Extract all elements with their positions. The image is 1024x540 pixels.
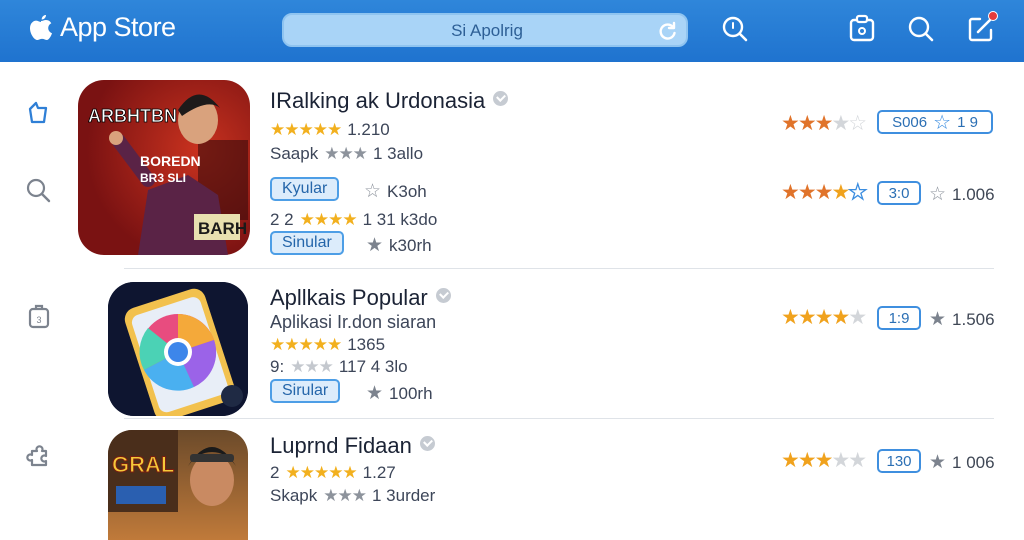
info-prefix: Saapk (270, 144, 319, 163)
art-text-top: ARBHTBN (88, 106, 177, 126)
info-value: 1 3urder (371, 486, 436, 505)
rating-line: 2 2 ★★★★ 1 31 k3do (270, 210, 437, 230)
info-prefix: 9: (270, 357, 285, 376)
rating-count-value: 1.006 (952, 184, 995, 204)
search-input-text: Si Apolrig (451, 21, 523, 40)
star-rating-icon: ★★★ (324, 144, 368, 163)
divider (124, 418, 994, 419)
app-title[interactable]: IRalking ak Urdonasia (270, 88, 509, 114)
star-outline-icon: ☆ (929, 184, 947, 205)
star-outline-icon: ☆ (933, 111, 952, 134)
tag-meta: ☆ K3oh (364, 180, 427, 203)
tag-meta-value: K3oh (387, 181, 427, 201)
rating-value: 1.210 (347, 120, 390, 139)
search-icon[interactable] (24, 176, 54, 206)
rating-value: 1365 (347, 335, 386, 354)
rating-value: 1 31 k3do (362, 210, 438, 229)
apple-logo-icon (30, 14, 52, 40)
art-text: GRAL (112, 452, 174, 477)
star-outline-icon: ☆ (364, 181, 382, 202)
tag-pill[interactable]: Kyular (270, 177, 340, 201)
game-artwork: ARBHTBN BOREDN BR3 SLI BARH (88, 94, 248, 255)
star-rating-icon: ★★★★★ (285, 463, 357, 482)
divider (124, 268, 994, 269)
rating-button[interactable]: 3:0 (877, 181, 921, 205)
star-rating-icon: ★★★★★ (781, 449, 867, 472)
rating-count-value: 1.506 (952, 309, 995, 329)
rating-prefix: 2 2 (270, 210, 294, 229)
star-rating-icon: ★★★★★ (781, 180, 868, 204)
app-store-brand[interactable]: App Store (28, 12, 176, 43)
star-icon: ★ (366, 235, 384, 256)
info-prefix: Skapk (270, 486, 318, 505)
star-icon: ★ (929, 452, 947, 473)
rating-count: ★ 1.506 (929, 308, 995, 331)
rating-button[interactable]: 130 (877, 449, 921, 473)
clipboard-icon[interactable] (847, 14, 877, 44)
star-rating-icon: ★★★ (290, 357, 334, 376)
info-value: 117 4 3lo (338, 357, 408, 376)
search-input[interactable]: Si Apolrig (282, 13, 688, 47)
rating-count: ★ 1 006 (929, 451, 995, 474)
tag-pill[interactable]: Sinular (270, 231, 344, 255)
rating-line: ★★★★★ 1.210 (270, 120, 390, 140)
verified-icon (435, 288, 451, 303)
puzzle-icon[interactable] (24, 442, 54, 472)
star-rating-icon: ★★★ (323, 486, 367, 505)
search-icon[interactable] (906, 14, 936, 44)
verified-icon (493, 91, 509, 106)
info-line: Skapk ★★★ 1 3urder (270, 486, 435, 506)
tag-meta: ★ 100rh (366, 382, 433, 405)
art-text-bottom: BARH (198, 219, 247, 238)
info-value: 1 3allo (372, 144, 424, 163)
art-text-mid: BOREDN (140, 153, 201, 169)
rating-button-text: S006 (892, 113, 928, 131)
rating-button[interactable]: 1:9 (877, 306, 921, 330)
verified-icon (419, 436, 435, 451)
tag-pill[interactable]: Sirular (270, 379, 341, 403)
browser-artwork (108, 282, 248, 416)
rating-count: ☆ 1.006 (929, 183, 995, 206)
app-title-text: Luprnd Fidaan (270, 433, 412, 458)
rating-line: 2 ★★★★★ 1.27 (270, 463, 396, 483)
rating-prefix: 2 (270, 463, 280, 482)
top-bar: App Store Si Apolrig (0, 0, 1024, 62)
tag-meta: ★ k30rh (366, 234, 432, 257)
rating-button[interactable]: S006 ☆ 1 9 (877, 110, 993, 134)
rating-line: ★★★★★ 1365 (270, 335, 385, 355)
info-line: Saapk ★★★ 1 3allo (270, 144, 423, 164)
star-outline-icon[interactable] (24, 99, 54, 129)
rating-value: 1.27 (362, 463, 396, 482)
app-thumbnail[interactable]: GRAL (108, 430, 248, 540)
notification-badge (988, 11, 998, 21)
tag-meta-value: k30rh (389, 235, 432, 255)
app-title-text: Apllkais Popular (270, 285, 428, 310)
star-icon: ★ (366, 383, 384, 404)
app-title-text: IRalking ak Urdonasia (270, 88, 486, 113)
app-thumbnail[interactable]: ARBHTBN BOREDN BR3 SLI BARH (78, 80, 250, 255)
star-rating-icon: ★★★★★ (781, 306, 867, 329)
app-title[interactable]: Apllkais Popular (270, 285, 451, 311)
refresh-icon[interactable] (656, 20, 678, 42)
app-thumbnail[interactable] (108, 282, 248, 416)
app-subtitle: Aplikasi Ir.don siaran (270, 312, 437, 332)
subtitle-line: Aplikasi Ir.don siaran (270, 312, 436, 333)
star-rating-icon: ★★★★☆ (781, 112, 867, 135)
rating-count-value: 1 006 (952, 452, 995, 472)
clipboard-icon[interactable]: 3 (24, 302, 54, 332)
star-rating-icon: ★★★★ (299, 210, 358, 229)
app-title[interactable]: Luprnd Fidaan (270, 433, 435, 459)
tag-meta-value: 100rh (389, 383, 433, 403)
search-icon[interactable] (720, 14, 750, 44)
app-store-title: App Store (60, 12, 176, 42)
svg-text:3: 3 (36, 315, 41, 325)
info-line: 9: ★★★ 117 4 3lo (270, 357, 408, 377)
star-rating-icon: ★★★★★ (270, 335, 342, 354)
star-rating-icon: ★★★★★ (270, 120, 342, 139)
rating-button-count: 1 9 (957, 113, 978, 131)
art-text-mid2: BR3 SLI (140, 171, 186, 185)
star-icon: ★ (929, 309, 947, 330)
game-artwork: GRAL (108, 430, 236, 512)
